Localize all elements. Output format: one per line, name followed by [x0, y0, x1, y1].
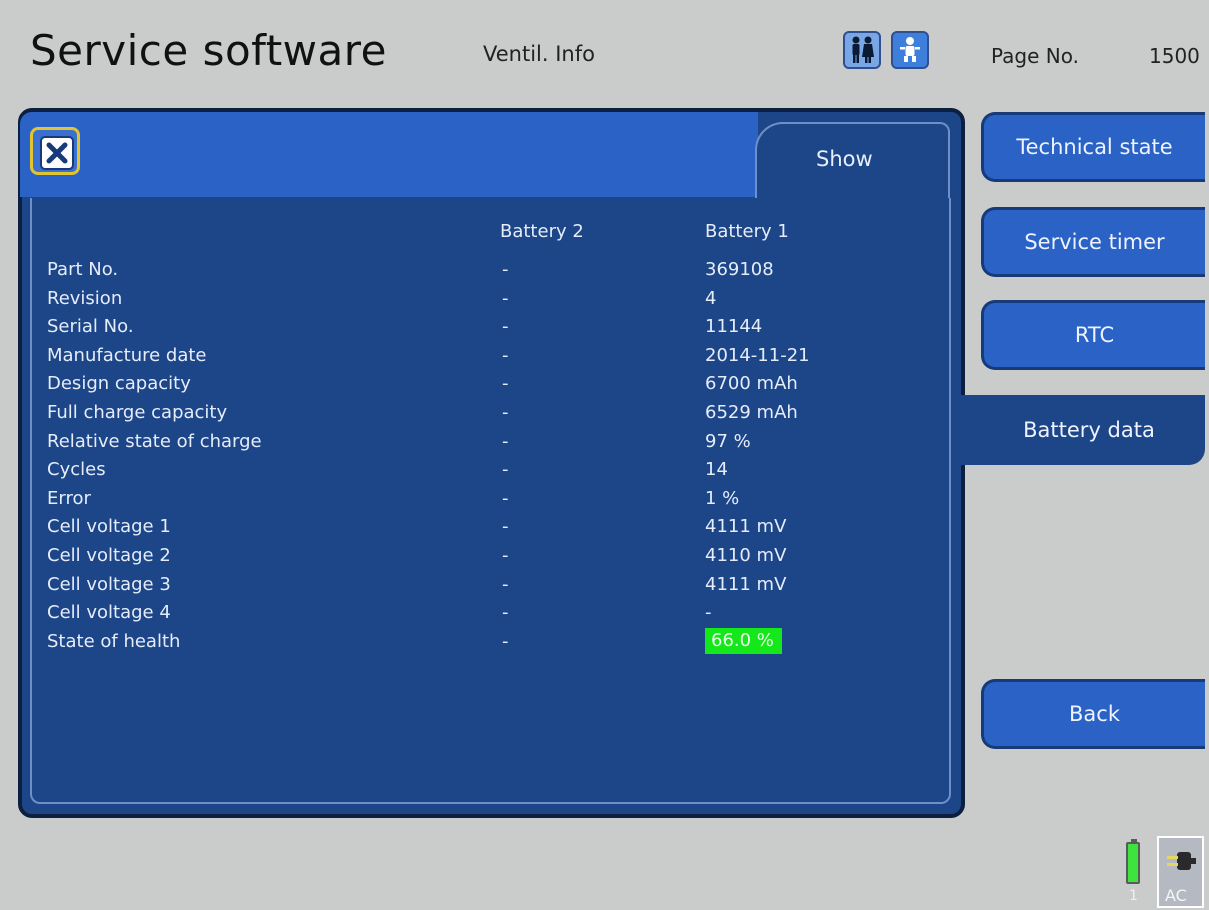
service-timer-button[interactable]: Service timer: [981, 207, 1205, 277]
table-row: Full charge capacity - 6529 mAh: [47, 402, 947, 431]
battery-data-button[interactable]: Battery data: [961, 395, 1205, 465]
row-label: Serial No.: [47, 316, 134, 338]
adult-mode-button[interactable]: [843, 31, 881, 69]
battery-table: Part No. - 369108 Revision - 4 Serial No. - 11…: [47, 259, 947, 659]
battery-2-value: -: [502, 401, 509, 423]
battery-2-value: -: [502, 516, 509, 538]
page-number: 1500: [1149, 44, 1200, 68]
row-label: Error: [47, 487, 91, 509]
table-row: State of health - 66.0 %: [47, 627, 947, 660]
back-button[interactable]: Back: [981, 679, 1205, 749]
table-row: Design capacity - 6700 mAh: [47, 373, 947, 402]
battery-2-value: -: [502, 487, 509, 509]
row-label: Design capacity: [47, 373, 191, 395]
table-row: Relative state of charge - 97 %: [47, 431, 947, 460]
battery-1-value: 4111 mV: [705, 573, 787, 595]
close-icon: [40, 136, 74, 170]
battery-1-value: 369108: [705, 259, 774, 280]
table-row: Manufacture date - 2014-11-21: [47, 345, 947, 374]
plug-icon: [1167, 852, 1196, 870]
row-label: Cell voltage 1: [47, 516, 171, 538]
battery-1-value: 4: [705, 287, 717, 309]
page-number-label: Page No.: [991, 44, 1079, 68]
infant-icon: [900, 37, 920, 62]
row-label: Revision: [47, 287, 123, 309]
row-label: State of health: [47, 630, 181, 652]
row-label: Cell voltage 2: [47, 544, 171, 566]
battery-2-value: -: [502, 344, 509, 366]
battery-1-value: 1 %: [705, 487, 740, 509]
battery-2-value: -: [502, 602, 509, 624]
technical-state-button[interactable]: Technical state: [981, 112, 1205, 182]
battery-2-value: -: [502, 259, 509, 280]
battery-1-value: 14: [705, 459, 728, 481]
table-row: Part No. - 369108: [47, 259, 947, 288]
app-title: Service software: [30, 26, 387, 75]
row-label: Cell voltage 3: [47, 573, 171, 595]
screen-name: Ventil. Info: [483, 42, 595, 66]
battery-2-value: -: [502, 459, 509, 481]
table-row: Serial No. - 11144: [47, 316, 947, 345]
table-row: Error - 1 %: [47, 488, 947, 517]
battery-number: 1: [1129, 888, 1138, 904]
table-row: Revision - 4: [47, 288, 947, 317]
table-row: Cell voltage 1 - 4111 mV: [47, 516, 947, 545]
battery-2-value: -: [502, 316, 509, 338]
row-label: Part No.: [47, 259, 119, 280]
row-label: Full charge capacity: [47, 401, 228, 423]
battery-2-value: -: [502, 373, 509, 395]
row-label: Cycles: [47, 459, 106, 481]
table-row: Cell voltage 3 - 4111 mV: [47, 574, 947, 603]
battery-2-value: -: [502, 630, 509, 652]
ac-label: AC: [1165, 886, 1187, 905]
row-label: Manufacture date: [47, 344, 207, 366]
infant-mode-button[interactable]: [891, 31, 929, 69]
battery-2-value: -: [502, 430, 509, 452]
close-button[interactable]: [30, 127, 80, 175]
column-header-battery-2: Battery 2: [500, 221, 584, 242]
battery-1-value: 4111 mV: [705, 516, 787, 538]
panel-header: [20, 112, 758, 197]
battery-2-value: -: [502, 544, 509, 566]
table-row: Cell voltage 4 - -: [47, 602, 947, 631]
tab-show-label[interactable]: Show: [816, 147, 873, 171]
battery-1-value: 97 %: [705, 430, 751, 452]
adult-patients-icon: [852, 36, 874, 63]
battery-1-value: -: [705, 602, 712, 624]
battery-1-value: 11144: [705, 316, 763, 338]
battery-icon: [1126, 839, 1140, 884]
column-header-battery-1: Battery 1: [705, 221, 789, 242]
table-row: Cycles - 14: [47, 459, 947, 488]
battery-2-value: -: [502, 287, 509, 309]
battery-1-value: 2014-11-21: [705, 344, 810, 366]
battery-1-value: 4110 mV: [705, 544, 787, 566]
row-label: Cell voltage 4: [47, 602, 171, 624]
rtc-button[interactable]: RTC: [981, 300, 1205, 370]
state-of-health-badge: 66.0 %: [705, 627, 782, 654]
row-label: Relative state of charge: [47, 430, 262, 452]
table-row: Cell voltage 2 - 4110 mV: [47, 545, 947, 574]
battery-1-value: 6700 mAh: [705, 373, 798, 395]
battery-2-value: -: [502, 573, 509, 595]
battery-1-value: 6529 mAh: [705, 401, 798, 423]
